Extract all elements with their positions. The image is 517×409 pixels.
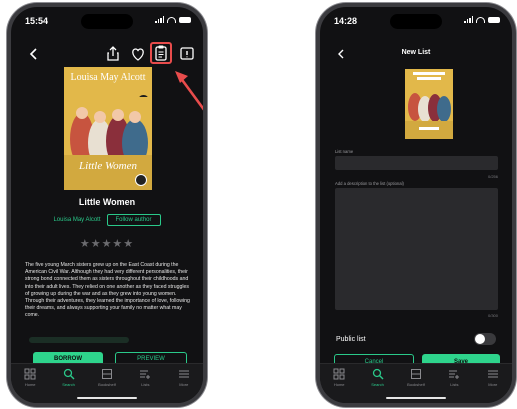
tab-label: Lists (141, 382, 150, 387)
tab-label: More (488, 382, 498, 387)
battery-icon (488, 16, 500, 23)
book-description: The five young March sisters grew up on … (25, 262, 190, 319)
status-icons (464, 16, 500, 23)
phone-left: 15:54 Louisa May Alcott Little Women Lit… (7, 3, 207, 407)
tab-bar: Home Search Bookshelf Lists More (11, 363, 203, 403)
audiobook-badge-icon (135, 174, 147, 186)
search-icon (63, 368, 75, 380)
tab-lists[interactable]: Lists (439, 368, 469, 387)
tab-label: More (179, 382, 189, 387)
tab-home[interactable]: Home (324, 368, 354, 387)
new-list-screen: 14:28 New List List name 0/256 Add a des… (320, 7, 512, 403)
list-name-input[interactable] (335, 156, 498, 170)
rating-stars[interactable]: ★★★★★ (11, 237, 203, 250)
tab-more[interactable]: More (169, 368, 199, 387)
report-icon[interactable] (178, 45, 196, 63)
cover-title-text: Little Women (79, 160, 137, 172)
description-textarea[interactable] (335, 188, 498, 310)
book-detail-screen: 15:54 Louisa May Alcott Little Women Lit… (11, 7, 203, 403)
tab-bookshelf[interactable]: Bookshelf (401, 368, 431, 387)
phone-right: 14:28 New List List name 0/256 Add a des… (316, 3, 516, 407)
tab-more[interactable]: More (478, 368, 508, 387)
signal-icon (464, 16, 473, 23)
dynamic-island (81, 14, 133, 29)
status-bar: 15:54 (11, 7, 203, 33)
annotation-arrow-icon (175, 71, 203, 111)
status-bar: 14:28 (320, 7, 512, 33)
battery-icon (179, 16, 191, 23)
tab-bookshelf[interactable]: Bookshelf (92, 368, 122, 387)
share-icon[interactable] (104, 45, 122, 63)
list-name-counter: 0/256 (487, 174, 498, 179)
heart-icon[interactable] (129, 45, 147, 63)
more-icon (178, 370, 189, 378)
public-list-row: Public list (336, 332, 496, 346)
status-icons (155, 16, 191, 23)
bookshelf-icon (101, 369, 112, 379)
home-indicator (77, 397, 137, 399)
book-cover[interactable]: Louisa May Alcott Little Women (64, 67, 152, 190)
wifi-icon (167, 16, 176, 23)
subject-tags[interactable] (29, 337, 129, 343)
home-indicator (386, 397, 446, 399)
follow-author-button[interactable]: Follow author (106, 214, 161, 226)
status-time: 15:54 (25, 16, 49, 26)
tab-lists[interactable]: Lists (130, 368, 160, 387)
tab-bar: Home Search Bookshelf Lists More (320, 363, 512, 403)
author-link[interactable]: Louisa May Alcott (53, 217, 100, 223)
dynamic-island (390, 14, 442, 29)
more-icon (487, 370, 498, 378)
tab-label: Lists (450, 382, 459, 387)
new-list-header: New List (320, 47, 512, 63)
tab-home[interactable]: Home (15, 368, 45, 387)
tab-label: Home (24, 382, 36, 387)
status-time: 14:28 (334, 16, 358, 26)
description-label: Add a description to the list (optional) (335, 181, 404, 186)
book-title: Little Women (78, 197, 136, 207)
list-name-label: List name (335, 149, 354, 154)
public-list-label: Public list (336, 335, 366, 343)
public-list-toggle[interactable] (474, 333, 496, 345)
tab-search[interactable]: Search (54, 368, 84, 387)
add-to-list-button[interactable] (150, 42, 172, 64)
signal-icon (155, 16, 164, 23)
book-toolbar (11, 42, 203, 65)
cover-author-text: Louisa May Alcott (70, 72, 146, 83)
bookshelf-icon (410, 369, 421, 379)
author-row: Louisa May Alcott Follow author (11, 214, 203, 226)
home-icon (24, 368, 36, 380)
wifi-icon (476, 16, 485, 23)
tab-label: Home (333, 382, 345, 387)
description-counter: 0/300 (487, 313, 498, 318)
lists-icon (140, 370, 151, 379)
lists-icon (449, 370, 460, 379)
tab-label: Search (62, 382, 75, 387)
tab-search[interactable]: Search (363, 368, 393, 387)
clipboard-icon (155, 45, 167, 61)
page-title: New List (401, 49, 431, 56)
cover-illustration (405, 69, 453, 139)
tab-label: Search (371, 382, 384, 387)
home-icon (333, 368, 345, 380)
tab-label: Bookshelf (407, 382, 425, 387)
back-icon[interactable] (25, 45, 43, 63)
list-cover-thumbnail (405, 69, 453, 139)
search-icon (372, 368, 384, 380)
tab-label: Bookshelf (98, 382, 116, 387)
